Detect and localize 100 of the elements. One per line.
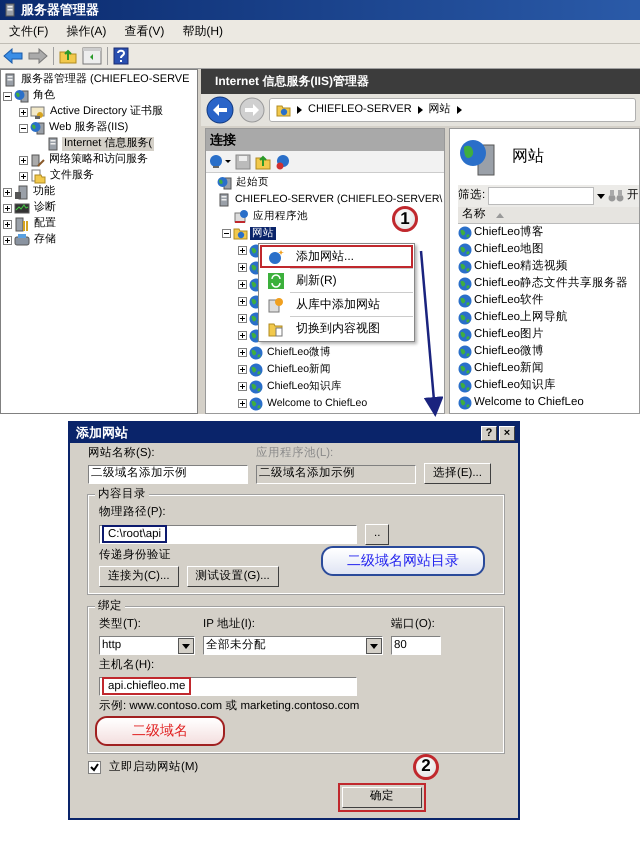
menu-item[interactable]: 从库中添加网站 [260,293,413,316]
globe-icon [458,328,472,342]
menu-item[interactable]: 文件(F) [0,22,58,41]
menu-item[interactable]: 添加网站... [260,245,413,268]
filter-field[interactable] [488,187,594,205]
site-item[interactable]: Welcome to ChiefLeo [474,396,584,410]
menu-item[interactable]: 查看(V) [115,22,174,41]
expand-icon[interactable] [238,314,247,323]
tree-item[interactable]: 网络策略和访问服务 [47,153,150,167]
document-folder-icon [30,168,46,184]
up-folder-icon[interactable] [255,154,271,170]
expand-icon[interactable] [19,108,28,116]
site-item[interactable]: ChiefLeo静态文件共享服务器 [474,276,628,290]
globe-icon [458,362,472,376]
site-item[interactable]: ChiefLeo微博 [474,344,544,358]
globe-icon [458,260,472,274]
ok-button[interactable]: 确定 [342,786,422,808]
expand-icon[interactable] [19,172,28,180]
dialog-title: 添加网站 [76,425,128,441]
start-checkbox[interactable] [88,761,101,774]
show-pane-icon[interactable] [82,47,102,65]
expand-icon[interactable] [3,204,12,212]
checkbox-label[interactable]: 立即启动网站(M) [109,760,198,775]
tree-root[interactable]: 服务器管理器 (CHIEFLEO-SERVE [19,73,192,87]
expand-icon[interactable] [238,263,247,272]
close-button[interactable]: × [499,426,515,440]
type-dropdown[interactable]: http [99,636,195,656]
expand-icon[interactable] [238,399,247,408]
tree-item[interactable]: ChiefLeo知识库 [265,380,344,393]
site-item[interactable]: ChiefLeo地图 [474,242,544,256]
forward-icon[interactable] [28,48,48,64]
tree-item[interactable]: 起始页 [234,176,271,189]
site-item[interactable]: ChiefLeo精选视频 [474,260,568,274]
expand-icon[interactable] [238,365,247,374]
disconnect-icon[interactable] [275,154,291,170]
collapse-icon[interactable] [222,229,231,238]
help-button[interactable]: ? [481,426,497,440]
site-item[interactable]: ChiefLeo软件 [474,294,544,308]
path-field[interactable]: C:\root\api [99,524,357,544]
browse-button[interactable]: .. [365,524,390,545]
expand-icon[interactable] [238,382,247,391]
test-settings-button[interactable]: 测试设置(G)... [186,566,279,588]
tree-item[interactable]: ChiefLeo新闻 [265,363,334,376]
tree-item[interactable]: 诊断 [32,201,58,215]
expand-icon[interactable] [3,236,12,244]
chevron-icon [418,106,423,114]
tree-item[interactable]: Internet 信息服务( [62,137,154,151]
expand-icon[interactable] [238,280,247,289]
back-icon[interactable] [3,48,23,64]
tree-item[interactable]: 应用程序池 [251,210,310,223]
content-view-icon [268,320,284,336]
tree-item[interactable]: CHIEFLEO-SERVER (CHIEFLEO-SERVER\ [233,193,444,206]
breadcrumb-item[interactable]: CHIEFLEO-SERVER [308,103,412,117]
globe-icon [249,396,263,410]
tree-item[interactable]: Welcome to ChiefLeo [265,397,370,410]
tree-item[interactable]: 存储 [32,233,58,247]
help-icon[interactable] [113,47,129,65]
menu-item-label: 刷新(R) [296,273,337,288]
globe-icon [458,242,472,256]
tree-item[interactable]: 角色 [31,89,57,103]
tree-item[interactable]: Active Directory 证书服 [48,105,166,119]
collapse-icon[interactable] [19,124,28,132]
collapse-icon[interactable] [3,92,12,100]
site-item[interactable]: ChiefLeo图片 [474,328,544,342]
expand-icon[interactable] [3,188,12,196]
expand-icon[interactable] [19,156,28,164]
site-item[interactable]: ChiefLeo博客 [474,226,544,240]
host-name-field[interactable]: api.chiefleo.me [99,676,357,696]
up-folder-icon[interactable] [59,48,77,64]
site-name-field[interactable]: 二级域名添加示例 [88,464,248,484]
ip-address-dropdown[interactable]: 全部未分配 [203,636,383,656]
dropdown-arrow-icon[interactable] [597,194,605,198]
tree-item[interactable]: 功能 [31,185,57,199]
column-title[interactable]: 名称 [462,208,486,222]
menu-item[interactable]: 切换到内容视图 [260,317,413,340]
menu-item[interactable]: 刷新(R) [260,269,413,292]
tree-item[interactable]: Web 服务器(IIS) [47,121,130,135]
globe-icon [458,226,472,240]
site-item[interactable]: ChiefLeo知识库 [474,378,556,392]
back-button-icon[interactable] [205,95,235,125]
connect-icon[interactable] [209,154,231,170]
site-item[interactable]: ChiefLeo新闻 [474,362,544,376]
expand-icon[interactable] [238,331,247,340]
site-item[interactable]: ChiefLeo上网导航 [474,310,568,324]
tree-item[interactable]: 网站 [250,227,276,240]
tree-item[interactable]: 文件服务 [48,169,96,183]
filter-go-link[interactable]: 开 [627,189,639,203]
expand-icon[interactable] [238,348,247,357]
select-button[interactable]: 选择(E)... [424,462,491,484]
expand-icon[interactable] [238,246,247,255]
expand-icon[interactable] [3,220,12,228]
breadcrumb-item[interactable]: 网站 [428,103,451,117]
menu-item[interactable]: 帮助(H) [173,22,232,41]
connect-as-button[interactable]: 连接为(C)... [99,566,179,588]
save-icon[interactable] [235,154,251,170]
tree-item[interactable]: ChiefLeo微博 [265,346,334,359]
menu-item[interactable]: 操作(A) [57,22,116,41]
tree-item[interactable]: 配置 [32,217,58,231]
expand-icon[interactable] [238,297,247,306]
port-field[interactable]: 80 [391,636,441,656]
